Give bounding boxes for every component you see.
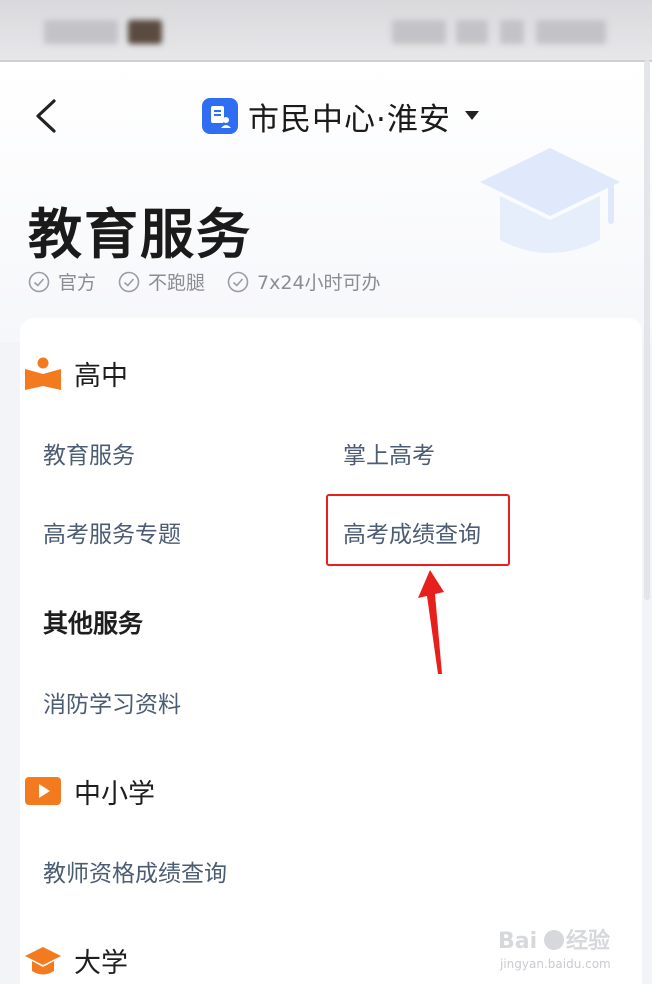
tag-24h: 7x24小时可办 <box>227 268 381 295</box>
graduation-cap-icon <box>25 946 61 974</box>
status-blur <box>44 20 118 44</box>
tag-label: 官方 <box>58 272 97 294</box>
section-university: 大学 <box>24 941 128 980</box>
tag-label: 不跑腿 <box>148 272 206 294</box>
watermark-brand: Bai <box>498 929 537 954</box>
status-blur <box>128 20 162 44</box>
section-title: 中小学 <box>74 779 155 810</box>
check-circle-icon <box>227 271 249 292</box>
status-blur <box>392 20 446 44</box>
annotation-arrow <box>418 570 444 674</box>
section-title: 高中 <box>74 361 128 392</box>
back-arrow-icon[interactable] <box>30 98 66 134</box>
status-blur <box>456 20 488 44</box>
book-icon <box>25 357 61 390</box>
status-bar <box>0 0 652 62</box>
link-gaokao-mobile[interactable]: 掌上高考 <box>343 436 435 470</box>
header-title: 市民中心·淮安 <box>248 101 451 138</box>
check-circle-icon <box>28 271 50 292</box>
section-title: 大学 <box>74 948 128 979</box>
status-blur <box>536 20 606 44</box>
watermark-url: jingyan.baidu.com <box>499 957 611 971</box>
highlight-box <box>326 494 510 566</box>
city-selector[interactable]: 市民中心·淮安 <box>202 96 479 138</box>
citizen-center-icon <box>202 98 238 134</box>
link-education-service[interactable]: 教育服务 <box>43 436 135 470</box>
link-gaokao-topic[interactable]: 高考服务专题 <box>43 515 181 549</box>
section-high-school: 高中 <box>24 354 128 393</box>
watermark-brand2: 经验 <box>566 928 610 954</box>
link-fire-safety[interactable]: 消防学习资料 <box>43 685 181 719</box>
graduation-cap-icon <box>480 148 620 253</box>
caret-down-icon <box>464 111 479 120</box>
page-title: 教育服务 <box>28 203 252 266</box>
link-teacher-qualification[interactable]: 教师资格成绩查询 <box>43 854 227 888</box>
tag-official: 官方 <box>28 268 96 295</box>
section-other-title: 其他服务 <box>43 609 144 638</box>
tag-label: 7x24小时可办 <box>257 272 381 294</box>
section-primary: 中小学 <box>24 772 155 811</box>
service-tags: 官方 不跑腿 7x24小时可办 <box>28 268 381 295</box>
baidu-watermark: Bai 经验 jingyan.baidu.com <box>498 928 611 971</box>
status-blur <box>500 20 524 44</box>
tag-no-errand: 不跑腿 <box>118 268 205 295</box>
scrollbar[interactable] <box>644 60 650 600</box>
check-circle-icon <box>118 271 140 292</box>
video-play-icon <box>25 776 61 805</box>
